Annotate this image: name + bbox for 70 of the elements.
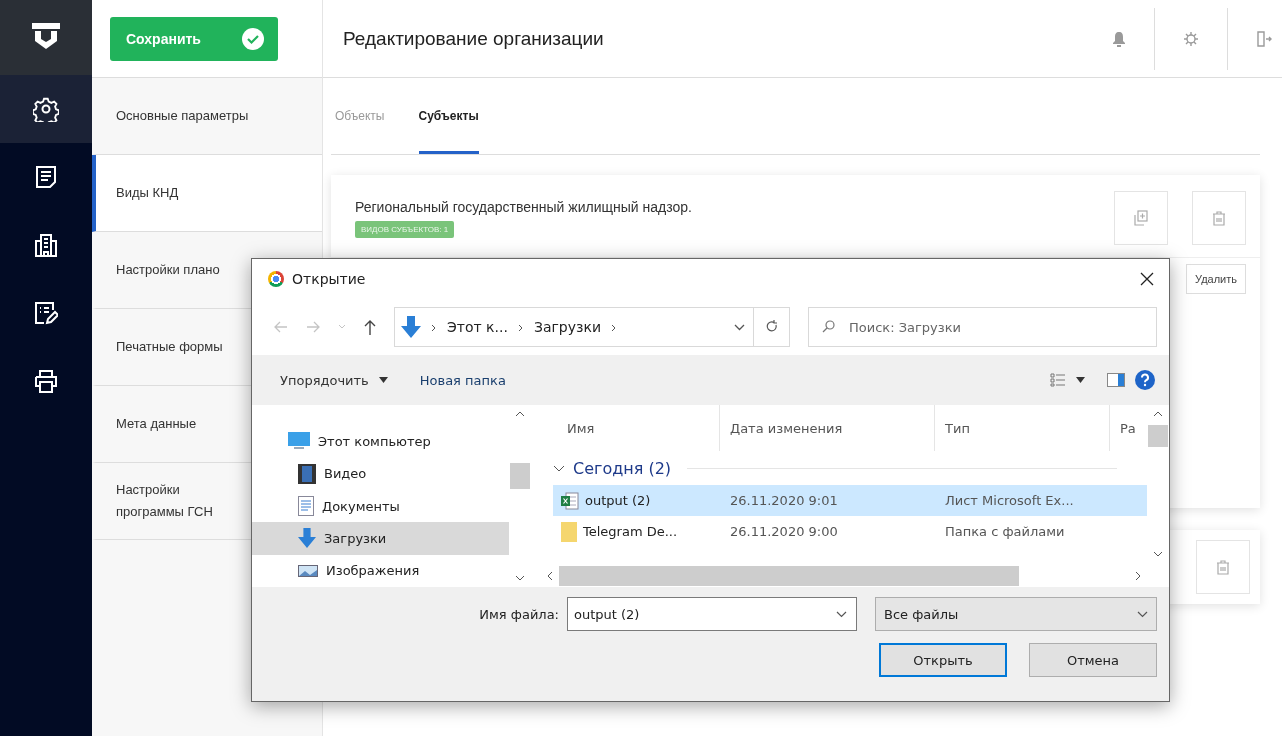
scrollbar-thumb[interactable] [559,566,1019,586]
spreadsheet-file-icon [561,491,579,510]
up-arrow-icon[interactable] [364,319,376,335]
scrollbar-thumb[interactable] [510,463,530,489]
view-list-icon[interactable] [1050,373,1066,387]
document-icon [298,496,314,516]
group-header[interactable]: Сегодня (2) [573,458,672,478]
refresh-icon [765,320,778,334]
open-button[interactable]: Открыть [879,643,1007,677]
chevron-up-icon[interactable] [1153,411,1163,417]
delete-button[interactable]: Удалить [1186,264,1246,294]
form-edit-icon [34,301,58,325]
chevron-down-icon [1137,610,1148,618]
preview-pane-icon[interactable] [1107,373,1125,387]
column-header[interactable]: Имя [541,405,720,451]
chevron-down-icon[interactable] [515,575,525,581]
tree-item[interactable]: Изображения [252,554,509,588]
column-header[interactable]: Дата изменения [720,405,935,451]
chevron-down-icon[interactable] [734,323,745,331]
trash-icon [1216,559,1230,575]
download-arrow-icon [298,527,316,550]
page-title: Редактирование организации [343,27,605,50]
breadcrumb[interactable]: Этот к... [447,319,508,335]
trash-icon [1212,210,1226,226]
picture-icon [298,564,318,577]
count-badge: ВИДОВ СУБЪЕКТОВ: 1 [355,220,455,238]
chevron-down-icon[interactable] [836,611,847,618]
settings-icon[interactable] [1183,30,1199,47]
file-row[interactable]: Telegram De... 26.11.2020 9:00 Папка с файлами [553,516,1147,547]
refresh-button[interactable] [754,307,790,347]
scrollbar-thumb[interactable] [1148,425,1168,447]
document-icon [35,165,57,189]
filename-field[interactable]: output (2) [567,597,857,631]
chevron-down-icon[interactable] [553,464,565,472]
chevron-up-icon[interactable] [515,411,525,417]
tree-item[interactable]: Загрузки [252,522,509,555]
new-folder-button[interactable]: Новая папка [419,372,506,388]
bell-icon[interactable] [1112,30,1126,47]
column-header[interactable]: Тип [935,405,1110,451]
close-icon [1140,272,1154,286]
browser-logo-icon [268,271,284,287]
printer-icon [34,369,58,393]
card-title: Региональный государственный жилищный надзор. [355,198,692,215]
file-row[interactable]: output (2) 26.11.2020 9:01 Лист Microsoft Ex... [553,485,1147,516]
copy-add-icon [1134,210,1148,226]
check-circle-icon [242,27,264,50]
nav-item[interactable]: Виды КНД [92,155,322,232]
column-header[interactable]: Ра [1110,405,1146,451]
logout-icon[interactable] [1256,30,1272,47]
search-field[interactable]: Поиск: Загрузки [808,307,1157,347]
download-arrow-icon [401,316,421,338]
building-icon [34,233,58,257]
tab[interactable]: Субъекты [418,78,479,154]
caret-icon[interactable] [1076,377,1085,383]
rail-item[interactable] [0,75,92,143]
breadcrumb[interactable]: Загрузки [533,319,601,335]
help-icon[interactable] [1135,370,1155,390]
film-icon [298,463,316,484]
monitor-icon [288,432,310,451]
field-label: Имя файла: [479,606,559,622]
search-icon [822,320,835,333]
caret-icon [378,377,388,383]
settings-icon [33,96,59,122]
file-type-dropdown[interactable]: Все файлы [875,597,1157,631]
chevron-down-icon[interactable] [1153,551,1163,557]
chevron-right-icon[interactable] [1135,571,1141,581]
address-bar[interactable]: Этот к... Загрузки [394,307,754,347]
cancel-button[interactable]: Отмена [1029,643,1157,677]
chevron-left-icon[interactable] [547,571,553,581]
folder-icon [561,521,577,542]
